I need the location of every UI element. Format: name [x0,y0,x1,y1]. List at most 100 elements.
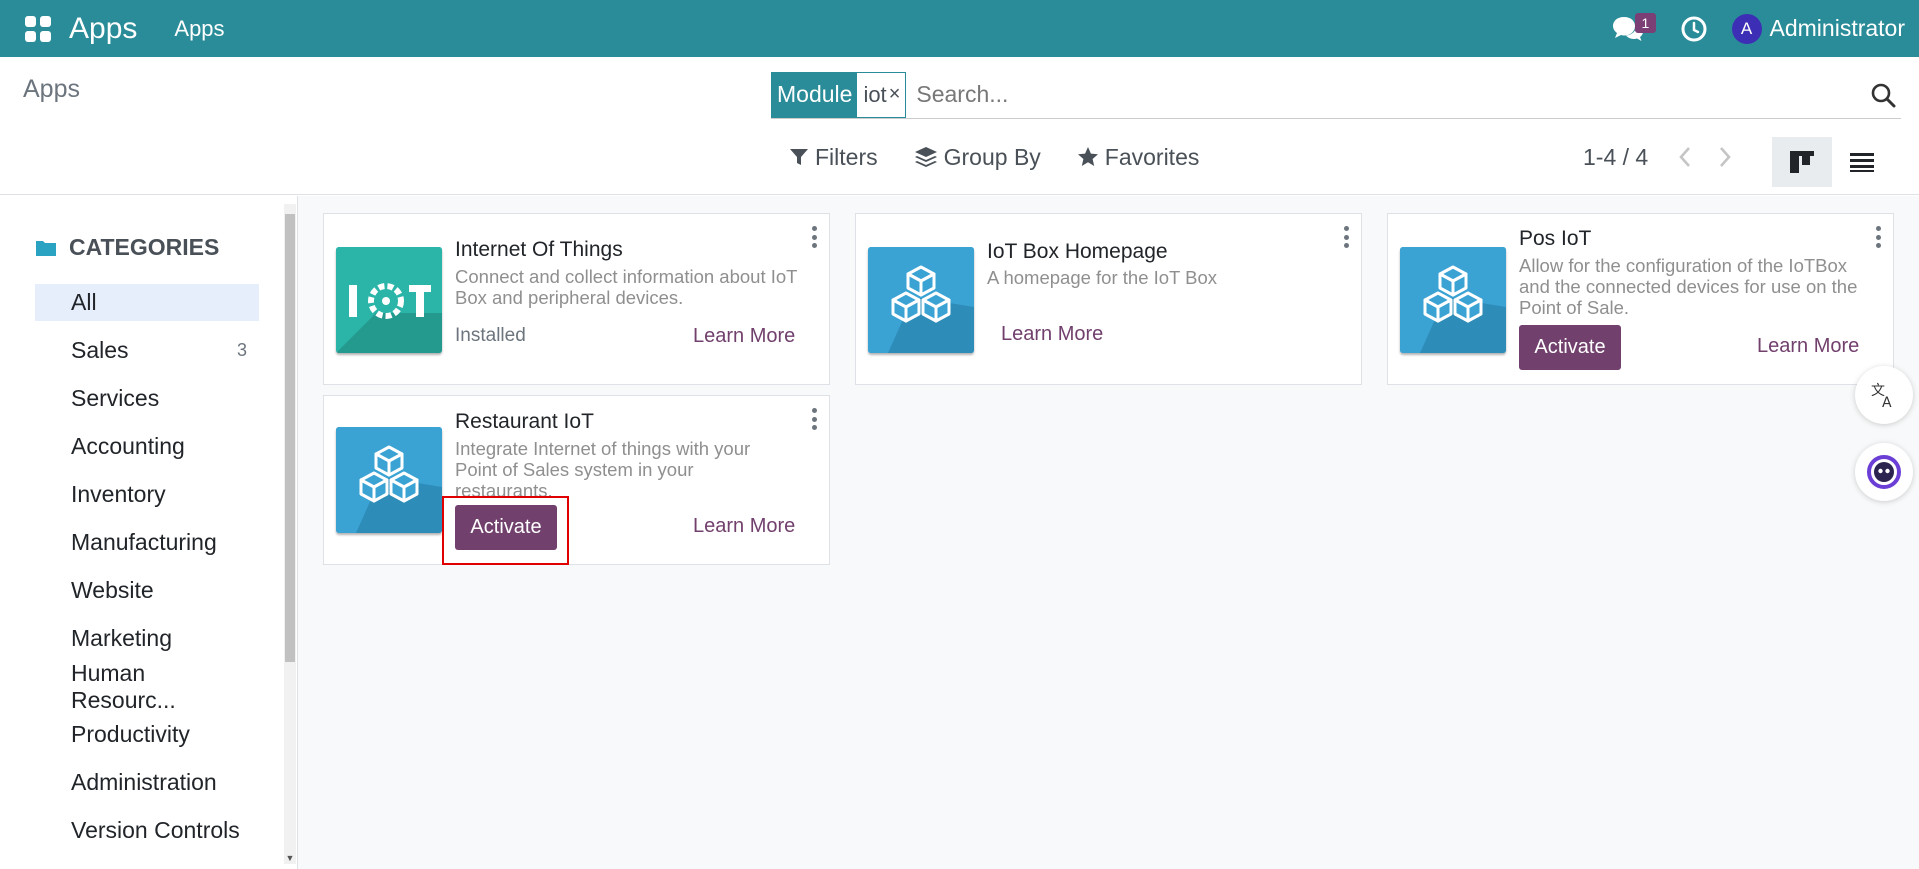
activate-button[interactable]: Activate [1519,325,1621,370]
search-icon[interactable] [1865,77,1901,113]
control-panel: Apps Module iot × Filters [0,57,1919,195]
cubes-icon [336,427,442,533]
app-title: Pos IoT [1519,227,1592,250]
favorites-label: Favorites [1104,143,1200,170]
assistant-icon[interactable] [1855,443,1913,501]
categories-title: CATEGORIES [69,234,220,260]
app-description: Connect and collect information about Io… [455,266,798,308]
category-item-manufacturing[interactable]: Manufacturing [35,524,259,561]
categories-header: CATEGORIES [35,234,219,261]
category-item-productivity[interactable]: Productivity [35,716,259,753]
app-brand[interactable]: Apps [69,12,137,46]
category-item-services[interactable]: Services [35,380,259,417]
cubes-icon [1400,247,1506,353]
facet-remove-icon[interactable]: × [889,83,901,106]
cubes-icon [868,247,974,353]
menu-item-apps[interactable]: Apps [174,16,224,42]
category-label: Manufacturing [71,529,217,555]
app-status: Installed [455,325,526,346]
view-switcher [1772,137,1892,187]
app-description: Allow for the configuration of the IoTBo… [1519,255,1858,318]
layers-icon [914,147,937,167]
kanban-view-icon[interactable] [1772,137,1832,187]
category-label: Administration [71,769,217,795]
card-menu-icon[interactable] [1341,226,1351,248]
svg-text:A: A [1882,395,1892,410]
learn-more-link[interactable]: Learn More [693,325,795,348]
app-description: Integrate Internet of things with your P… [455,438,751,496]
category-item-human-resources[interactable]: Human Resourc... [35,660,259,713]
category-label: Productivity [71,721,190,747]
category-label: Human Resourc... [71,659,176,713]
app-menu-icon[interactable] [21,12,55,46]
card-menu-icon[interactable] [809,408,819,430]
folder-icon [36,240,56,256]
group-by-button[interactable]: Group By [914,144,1041,171]
learn-more-link[interactable]: Learn More [1757,335,1859,358]
app-title: Restaurant IoT [455,410,594,433]
user-menu[interactable]: Administrator [1770,15,1905,42]
learn-more-link[interactable]: Learn More [1001,323,1103,346]
category-sidebar: CATEGORIES All Sales 3 Services Accountin… [0,196,298,869]
facet-category: Module [772,72,858,117]
favorites-button[interactable]: Favorites [1077,143,1200,171]
pager-value[interactable]: 1-4 / 4 [1583,144,1648,171]
category-item-administration[interactable]: Administration [35,764,259,801]
pager-previous-icon[interactable] [1670,142,1700,172]
search-facet: Module iot × [771,71,907,118]
category-count: 3 [236,340,247,360]
card-menu-icon[interactable] [1873,226,1883,248]
category-label: Version Controls [71,817,240,843]
app-title: IoT Box Homepage [987,240,1168,263]
category-list: All Sales 3 Services Accounting Inventory… [35,284,259,860]
search-options: Filters Group By Favorites [789,137,1235,177]
category-label: Inventory [71,481,166,507]
app-description: A homepage for the IoT Box [987,267,1218,288]
app-card-internet-of-things[interactable]: Internet Of Things Connect and collect i… [323,213,830,385]
sidebar-scrollbar[interactable]: ▼ [284,204,296,864]
category-item-marketing[interactable]: Marketing [35,620,259,657]
star-icon [1077,147,1098,166]
user-avatar[interactable]: A [1731,13,1762,44]
facet-value-wrap: iot × [857,72,906,117]
messaging-menu[interactable]: 1 [1608,9,1657,49]
learn-more-link[interactable]: Learn More [693,515,795,538]
pager: 1-4 / 4 [1583,137,1750,177]
pager-next-icon[interactable] [1710,142,1740,172]
category-label: Marketing [71,625,172,651]
category-label: Accounting [71,433,185,459]
filters-button[interactable]: Filters [789,144,878,171]
category-item-accounting[interactable]: Accounting [35,428,259,465]
category-item-inventory[interactable]: Inventory [35,476,259,513]
list-view-icon[interactable] [1832,137,1892,187]
highlight-box [442,496,569,565]
category-label: Services [71,385,160,411]
category-item-all[interactable]: All [35,284,259,321]
top-navbar: Apps Apps 1 A Administrator [0,0,1919,57]
category-item-sales[interactable]: Sales 3 [35,332,259,369]
category-label: Website [71,577,154,603]
card-menu-icon[interactable] [809,226,819,248]
search-bar: Module iot × [771,71,1901,119]
breadcrumb: Apps [23,75,80,103]
scrollbar-thumb[interactable] [285,214,295,662]
category-item-version-controls[interactable]: Version Controls [35,812,259,849]
message-count-badge: 1 [1634,12,1657,33]
search-input[interactable] [916,81,1865,108]
category-label: Sales [71,337,129,363]
app-title: Internet Of Things [455,238,623,261]
activity-clock-icon[interactable] [1674,9,1714,49]
kanban-view: Internet Of Things Connect and collect i… [298,196,1919,869]
iot-logo-icon [336,247,442,353]
scroll-down-icon[interactable]: ▼ [284,852,296,864]
group-by-label: Group By [943,143,1041,170]
filter-icon [790,149,808,165]
category-item-website[interactable]: Website [35,572,259,609]
app-card-pos-iot[interactable]: Pos IoT Allow for the configuration of t… [1387,213,1894,385]
facet-value: iot [863,81,887,107]
filters-label: Filters [815,143,878,170]
translate-icon[interactable]: 文 A [1855,366,1913,424]
navbar-systray: 1 A Administrator [1608,0,1919,57]
app-card-iot-box-homepage[interactable]: IoT Box Homepage A homepage for the IoT … [855,213,1362,385]
app-card-restaurant-iot[interactable]: Restaurant IoT Integrate Internet of thi… [323,395,830,565]
